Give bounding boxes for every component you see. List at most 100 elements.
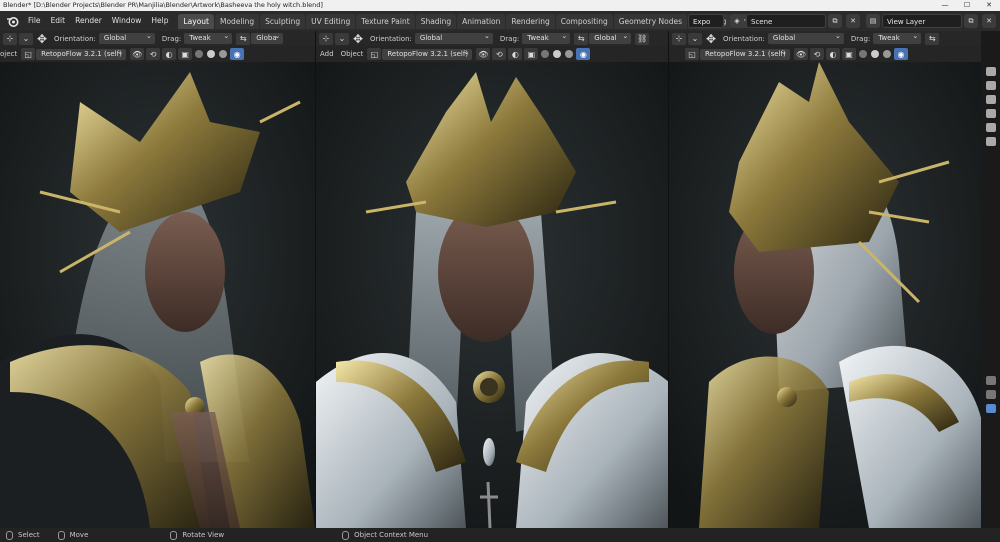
object-mode-icon[interactable]: ◱ <box>685 48 699 60</box>
camera-icon[interactable] <box>985 95 996 104</box>
view-layer-field[interactable]: View Layer <box>882 14 962 28</box>
wireframe-shading-icon[interactable] <box>195 50 204 58</box>
transform-pivot-icon[interactable]: ⊹ <box>3 32 17 45</box>
viewport-right[interactable]: ⊹ ⌄ ✥ Orientation: Global Drag: Tweak ⇆ … <box>668 31 981 528</box>
xray-icon[interactable]: ▣ <box>524 48 539 60</box>
window-titlebar: Blender* [D:\Blender Projects\Blender PR… <box>0 0 1000 11</box>
tab-sculpting[interactable]: Sculpting <box>260 13 306 29</box>
object-mode-icon[interactable]: ◱ <box>21 48 36 60</box>
visibility-icon[interactable]: 👁 <box>130 48 145 60</box>
render-canvas-left[interactable] <box>0 62 315 528</box>
rendered-shading-icon[interactable]: ◉ <box>894 48 908 60</box>
camera-icon[interactable] <box>985 81 996 90</box>
xray-icon[interactable]: ▣ <box>178 48 193 60</box>
tab-modeling[interactable]: Modeling <box>214 13 260 29</box>
snap-icon[interactable]: ⇆ <box>574 32 589 45</box>
rendered-shading-icon[interactable]: ◉ <box>576 48 591 60</box>
delete-view-layer-icon[interactable]: ✕ <box>982 14 996 28</box>
chevron-down-icon[interactable]: ⌄ <box>19 32 33 45</box>
move-tool-icon[interactable]: ✥ <box>704 32 718 46</box>
overlay-icon[interactable]: ◐ <box>508 48 523 60</box>
tab-uv-editing[interactable]: UV Editing <box>306 13 356 29</box>
wireframe-shading-icon[interactable] <box>859 50 867 58</box>
snap-icon[interactable]: ⇆ <box>925 32 940 45</box>
camera-icon[interactable] <box>985 67 996 76</box>
add-menu[interactable]: Add <box>320 50 334 58</box>
view-layer-icon[interactable]: ▤ <box>866 14 880 28</box>
tab-shading[interactable]: Shading <box>415 13 457 29</box>
drag-dropdown[interactable]: Tweak <box>522 31 571 44</box>
tab-animation[interactable]: Animation <box>457 13 506 29</box>
material-shading-icon[interactable] <box>219 50 228 58</box>
tab-geometry-nodes[interactable]: Geometry Nodes <box>613 13 687 29</box>
gizmo-icon[interactable]: ⟲ <box>810 48 824 60</box>
transform-pivot-icon[interactable]: ⊹ <box>672 32 686 45</box>
menu-help[interactable]: Help <box>146 11 173 31</box>
sidebar-tab-icon[interactable] <box>985 390 996 399</box>
scene-field[interactable]: Scene <box>746 14 826 28</box>
material-shading-icon[interactable] <box>883 50 891 58</box>
solid-shading-icon[interactable] <box>871 50 879 58</box>
camera-icon[interactable] <box>985 137 996 146</box>
menu-file[interactable]: File <box>23 11 46 31</box>
snap-icon[interactable]: ⇆ <box>236 32 251 45</box>
minimize-button[interactable]: — <box>934 0 956 11</box>
drag-dropdown[interactable]: Tweak <box>873 31 922 44</box>
object-menu[interactable]: oject <box>0 50 17 58</box>
orientation-dropdown[interactable]: Global <box>767 31 844 44</box>
gizmo-icon[interactable]: ⟲ <box>492 48 507 60</box>
sidebar-tab-icon[interactable] <box>985 404 996 413</box>
tab-compositing[interactable]: Compositing <box>555 13 613 29</box>
orientation-dropdown[interactable]: Global <box>414 31 493 44</box>
retopoflow-dropdown[interactable]: RetopoFlow 3.2.1 (self) <box>700 47 790 60</box>
viewport-left[interactable]: ⊹ ⌄ ✥ Orientation: Global Drag: Tweak ⇆ … <box>0 31 315 528</box>
object-menu[interactable]: Object <box>341 50 364 58</box>
menu-edit[interactable]: Edit <box>46 11 71 31</box>
move-tool-icon[interactable]: ✥ <box>35 32 49 46</box>
global-dropdown[interactable]: Global <box>589 31 632 44</box>
overlay-icon[interactable]: ◐ <box>826 48 840 60</box>
viewport-center[interactable]: ⊹ ⌄ ✥ Orientation: Global Drag: Tweak ⇆ … <box>315 31 668 528</box>
orientation-label: Orientation: <box>54 34 96 43</box>
global-dropdown[interactable]: Globa <box>251 31 284 44</box>
delete-scene-icon[interactable]: ✕ <box>846 14 860 28</box>
tab-texture-paint[interactable]: Texture Paint <box>356 13 415 29</box>
visibility-icon[interactable]: 👁 <box>476 48 491 60</box>
solid-shading-icon[interactable] <box>553 50 562 58</box>
visibility-icon[interactable]: 👁 <box>794 48 808 60</box>
overlay-icon[interactable]: ◐ <box>162 48 177 60</box>
tab-rendering[interactable]: Rendering <box>506 13 555 29</box>
new-scene-icon[interactable]: ⧉ <box>828 14 842 28</box>
gizmo-icon[interactable]: ⟲ <box>146 48 161 60</box>
orientation-dropdown[interactable]: Global <box>98 31 155 44</box>
drag-dropdown[interactable]: Tweak <box>184 31 233 44</box>
chevron-down-icon[interactable]: ⌄ <box>335 32 349 45</box>
scene-icon[interactable]: ◈ <box>730 14 744 28</box>
chevron-down-icon[interactable]: ⌄ <box>688 32 702 45</box>
maximize-button[interactable]: ☐ <box>956 0 978 11</box>
retopoflow-dropdown[interactable]: RetopoFlow 3.2.1 (self) <box>36 47 127 60</box>
sidebar-tab-icon[interactable] <box>985 376 996 385</box>
render-canvas-center[interactable] <box>316 62 668 528</box>
camera-icon[interactable] <box>985 109 996 118</box>
tab-layout[interactable]: Layout <box>178 13 214 29</box>
render-canvas-right[interactable] <box>669 62 981 528</box>
retopoflow-dropdown[interactable]: RetopoFlow 3.2.1 (self) <box>382 47 473 60</box>
menu-render[interactable]: Render <box>70 11 107 31</box>
link-icon[interactable]: ⛓ <box>635 32 650 45</box>
object-mode-icon[interactable]: ◱ <box>367 48 382 60</box>
material-shading-icon[interactable] <box>565 50 574 58</box>
xray-icon[interactable]: ▣ <box>842 48 856 60</box>
move-tool-icon[interactable]: ✥ <box>351 32 365 46</box>
rendered-shading-icon[interactable]: ◉ <box>230 48 245 60</box>
export-field[interactable]: Expo <box>688 14 724 28</box>
solid-shading-icon[interactable] <box>207 50 216 58</box>
menu-window[interactable]: Window <box>107 11 147 31</box>
close-button[interactable]: ✕ <box>978 0 1000 11</box>
transform-pivot-icon[interactable]: ⊹ <box>319 32 333 45</box>
new-view-layer-icon[interactable]: ⧉ <box>964 14 978 28</box>
camera-icon[interactable] <box>985 123 996 132</box>
viewport-toolbar-right: ⊹ ⌄ ✥ Orientation: Global Drag: Tweak ⇆ <box>669 31 981 46</box>
wireframe-shading-icon[interactable] <box>541 50 550 58</box>
blender-logo-icon[interactable] <box>4 13 20 29</box>
